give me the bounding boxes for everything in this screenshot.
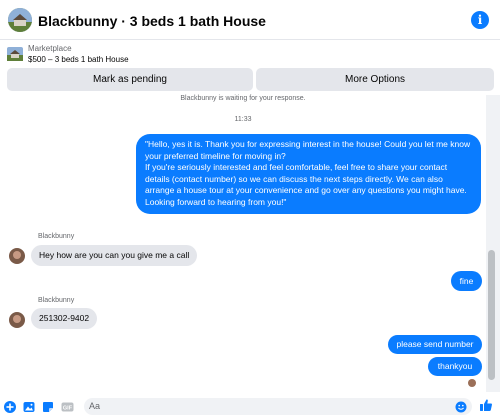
chat-header: Blackbunny · 3 beds 1 bath House i: [0, 0, 500, 40]
more-options-button[interactable]: More Options: [256, 68, 494, 91]
incoming-message-bubble[interactable]: 251302-9402: [31, 308, 98, 329]
outgoing-message-bubble[interactable]: fine: [451, 271, 482, 291]
sender-name: Blackbunny: [38, 297, 75, 304]
outgoing-message-bubble[interactable]: please send number: [388, 335, 482, 354]
message-input[interactable]: [84, 398, 472, 415]
like-icon[interactable]: [479, 398, 493, 415]
plus-icon[interactable]: [4, 400, 16, 413]
outgoing-message-bubble[interactable]: "Hello, yes it is. Thank you for express…: [136, 134, 481, 214]
sticker-icon[interactable]: [42, 400, 54, 412]
message-timestamp: 11:33: [234, 116, 252, 123]
outgoing-message-bubble[interactable]: thankyou: [428, 357, 482, 376]
listing-title[interactable]: $500 – 3 beds 1 bath House: [28, 55, 129, 64]
sender-avatar[interactable]: [9, 248, 25, 264]
message-paragraph: If you're seriously interested and feel …: [145, 162, 467, 195]
listing-thumbnail[interactable]: [7, 47, 23, 66]
mark-as-pending-button[interactable]: Mark as pending: [7, 68, 253, 91]
sender-name: Blackbunny: [38, 233, 75, 240]
message-paragraph: Looking forward to hearing from you!": [145, 196, 287, 207]
gif-icon[interactable]: GIF: [61, 400, 74, 412]
message-input-placeholder: Aa: [89, 401, 101, 411]
waiting-status: Blackbunny is waiting for your response.: [180, 95, 306, 102]
chat-title[interactable]: Blackbunny · 3 beds 1 bath House: [38, 13, 266, 29]
listing-avatar[interactable]: [8, 8, 32, 32]
incoming-message-bubble[interactable]: Hey how are you can you give me a call: [31, 245, 198, 266]
sender-avatar[interactable]: [9, 312, 25, 328]
scrollbar-thumb[interactable]: [488, 250, 495, 380]
info-icon[interactable]: i: [471, 11, 489, 29]
read-receipt-avatar: [468, 379, 476, 387]
svg-text:GIF: GIF: [63, 406, 73, 412]
message-paragraph: "Hello, yes it is. Thank you for express…: [145, 139, 471, 161]
image-icon[interactable]: [23, 400, 35, 412]
marketplace-label: Marketplace: [28, 44, 72, 53]
emoji-icon[interactable]: [455, 400, 467, 413]
